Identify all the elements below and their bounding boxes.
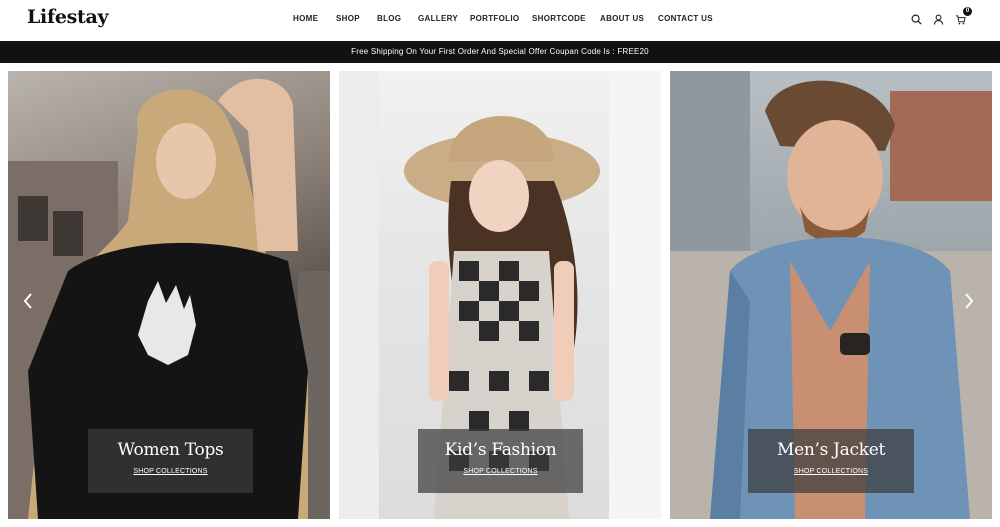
shop-collections-link[interactable]: SHOP COLLECTIONS bbox=[794, 468, 868, 475]
nav-item-portfolio[interactable]: PORTFOLIO bbox=[470, 14, 519, 23]
shop-collections-link[interactable]: SHOP COLLECTIONS bbox=[133, 468, 207, 475]
slide-caption: Men’s Jacket SHOP COLLECTIONS bbox=[748, 429, 914, 493]
shop-collections-link[interactable]: SHOP COLLECTIONS bbox=[463, 468, 537, 475]
brand-logo[interactable]: Lifestay bbox=[27, 6, 109, 28]
nav-item-gallery[interactable]: GALLERY bbox=[418, 14, 458, 23]
nav-item-shortcode[interactable]: SHORTCODE bbox=[532, 14, 586, 23]
slide-title: Men’s Jacket bbox=[776, 440, 885, 460]
slide-title: Kid’s Fashion bbox=[444, 440, 557, 460]
site-header: Lifestay HOME SHOP BLOG GALLERY PORTFOLI… bbox=[0, 0, 1000, 41]
nav-item-contact-us[interactable]: CONTACT US bbox=[658, 14, 713, 23]
search-icon[interactable] bbox=[910, 12, 922, 26]
nav-item-blog[interactable]: BLOG bbox=[377, 14, 401, 23]
slide-kids-fashion[interactable]: Kid’s Fashion SHOP COLLECTIONS bbox=[339, 71, 661, 519]
user-icon[interactable] bbox=[932, 12, 944, 26]
cart-count-badge: 0 bbox=[963, 7, 972, 16]
slide-title: Women Tops bbox=[117, 440, 224, 460]
announcement-bar: Free Shipping On Your First Order And Sp… bbox=[0, 41, 1000, 63]
cart-icon[interactable]: 0 bbox=[954, 7, 972, 26]
chevron-left-icon[interactable] bbox=[21, 291, 35, 311]
nav-item-shop[interactable]: SHOP bbox=[336, 14, 360, 23]
slide-caption: Women Tops SHOP COLLECTIONS bbox=[88, 429, 253, 493]
slide-mens-jacket[interactable]: Men’s Jacket SHOP COLLECTIONS bbox=[670, 71, 992, 519]
header-icons: 0 bbox=[910, 7, 972, 26]
slide-caption: Kid’s Fashion SHOP COLLECTIONS bbox=[418, 429, 583, 493]
nav-item-home[interactable]: HOME bbox=[293, 14, 318, 23]
hero-slider: Women Tops SHOP COLLECTIONS Kid’s Fashio… bbox=[0, 63, 1000, 527]
slide-women-tops[interactable]: Women Tops SHOP COLLECTIONS bbox=[8, 71, 330, 519]
chevron-right-icon[interactable] bbox=[962, 291, 976, 311]
nav-item-about-us[interactable]: ABOUT US bbox=[600, 14, 644, 23]
announcement-text: Free Shipping On Your First Order And Sp… bbox=[351, 47, 649, 56]
